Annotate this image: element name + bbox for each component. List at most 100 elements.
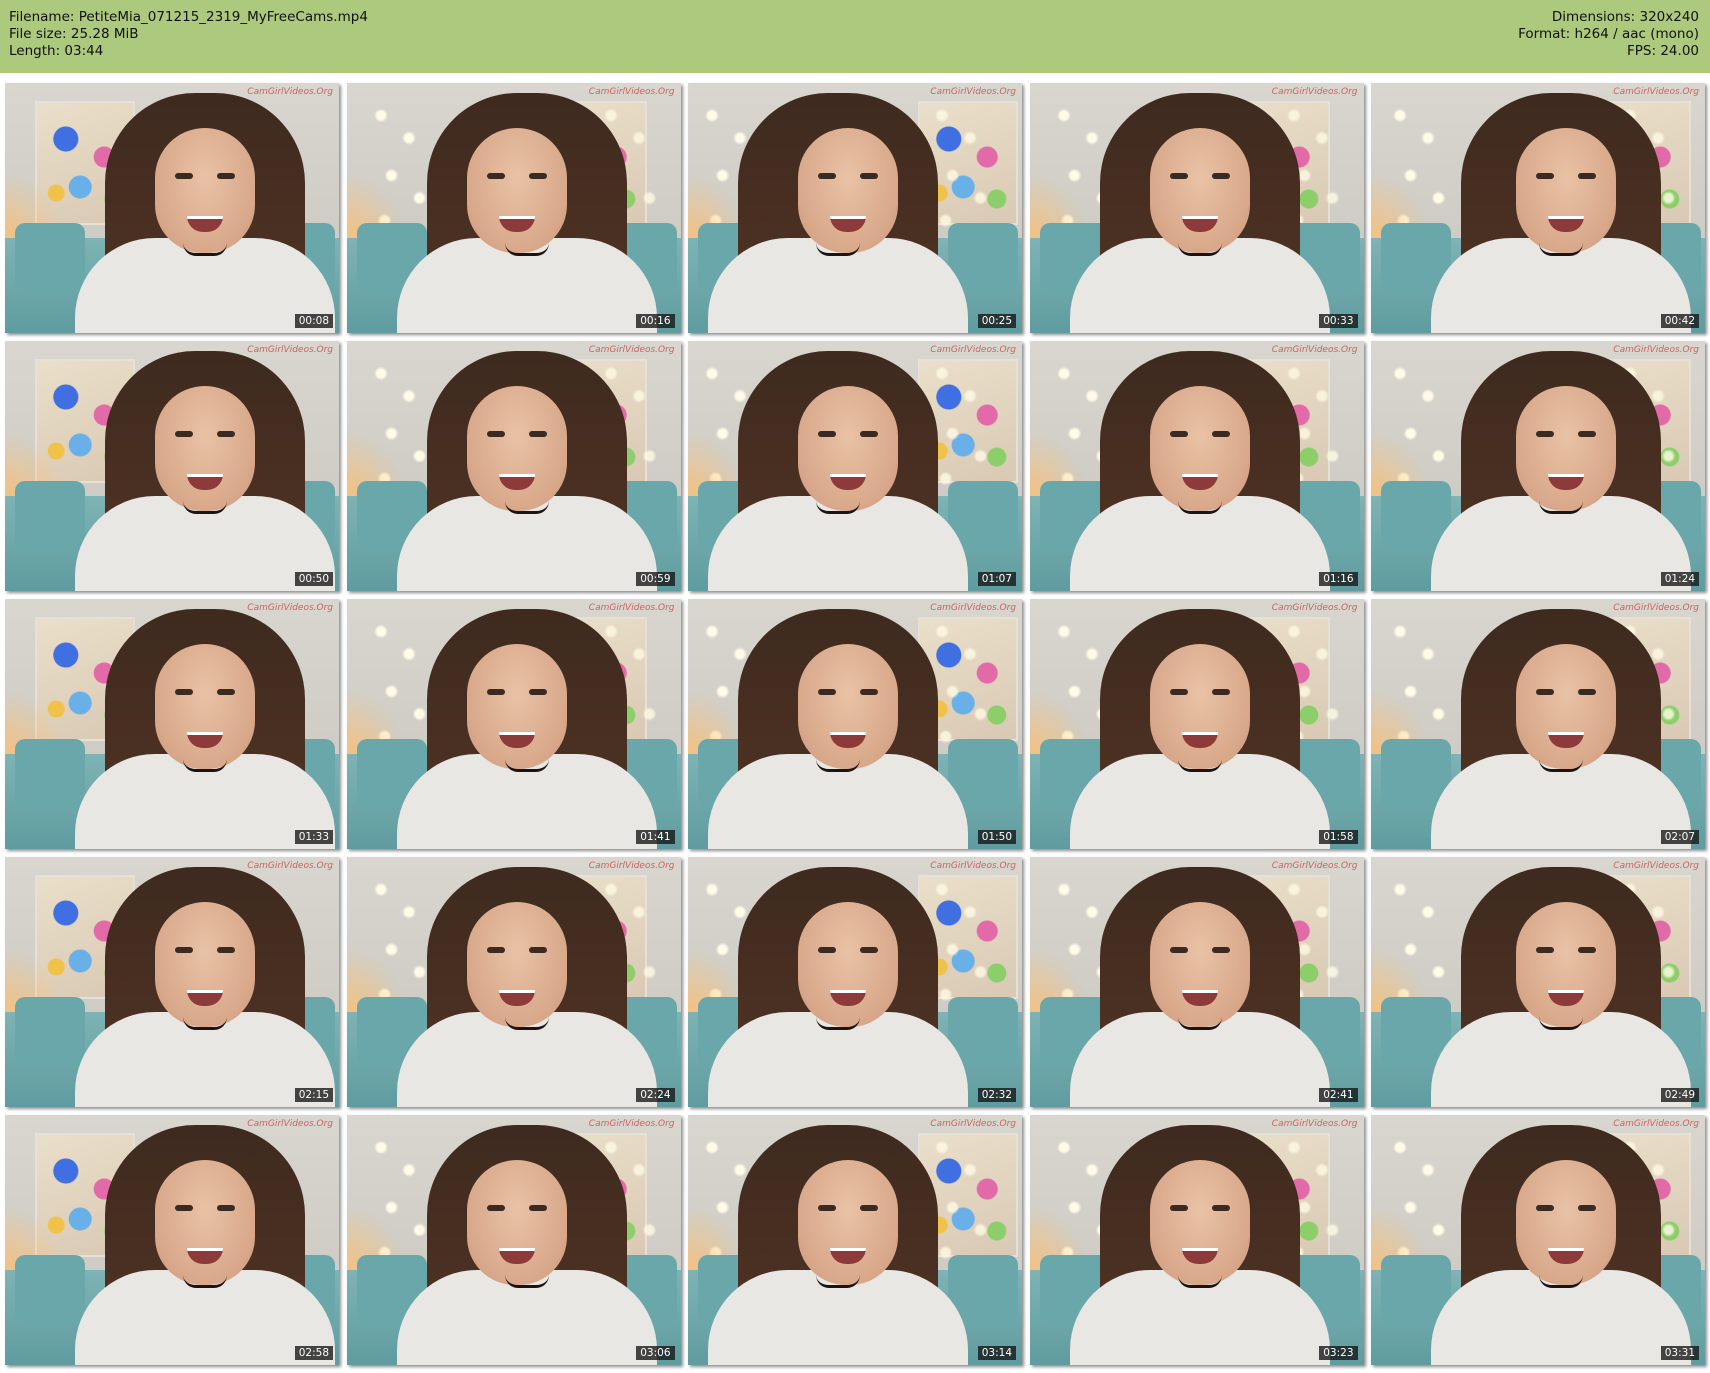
thumbnail-grid: CamGirlVideos.Org 00:08 CamGirlVideos.Org 0… xyxy=(5,83,1705,1368)
thumbnail-timestamp: 00:59 xyxy=(636,572,675,586)
thumbnail-frame-image xyxy=(1029,341,1364,591)
thumbnail-timestamp: 02:32 xyxy=(977,1088,1016,1102)
thumbnail-frame-image xyxy=(5,857,339,1107)
thumbnail-frame-image xyxy=(5,599,339,849)
thumbnail-frame-image xyxy=(1371,341,1705,591)
thumbnail-timestamp: 03:31 xyxy=(1660,1346,1699,1360)
video-thumbnail: CamGirlVideos.Org 02:32 xyxy=(688,857,1022,1107)
video-thumbnail: CamGirlVideos.Org 03:06 xyxy=(346,1115,681,1365)
watermark-text: CamGirlVideos.Org xyxy=(930,1119,1016,1129)
thumbnail-timestamp: 03:14 xyxy=(977,1346,1016,1360)
thumbnail-timestamp: 00:16 xyxy=(636,314,675,328)
video-thumbnail: CamGirlVideos.Org 01:50 xyxy=(688,599,1022,849)
thumbnail-timestamp: 00:25 xyxy=(977,314,1016,328)
watermark-text: CamGirlVideos.Org xyxy=(1271,861,1358,871)
watermark-text: CamGirlVideos.Org xyxy=(588,345,675,355)
video-thumbnail: CamGirlVideos.Org 01:07 xyxy=(688,341,1022,591)
video-thumbnail: CamGirlVideos.Org 02:58 xyxy=(5,1115,339,1365)
thumbnail-timestamp: 00:42 xyxy=(1660,314,1699,328)
video-thumbnail: CamGirlVideos.Org 00:16 xyxy=(346,83,681,333)
watermark-text: CamGirlVideos.Org xyxy=(1613,861,1699,871)
video-thumbnail: CamGirlVideos.Org 03:14 xyxy=(688,1115,1022,1365)
thumbnail-frame-image xyxy=(688,857,1022,1107)
thumbnail-frame-image xyxy=(1029,83,1364,333)
watermark-text: CamGirlVideos.Org xyxy=(588,1119,675,1129)
watermark-text: CamGirlVideos.Org xyxy=(247,603,333,613)
length-text: Length: 03:44 xyxy=(9,43,104,59)
video-thumbnail: CamGirlVideos.Org 00:42 xyxy=(1371,83,1705,333)
header-left: Filename: PetiteMia_071215_2319_MyFreeCa… xyxy=(9,9,368,60)
watermark-text: CamGirlVideos.Org xyxy=(1271,345,1358,355)
video-thumbnail: CamGirlVideos.Org 03:31 xyxy=(1371,1115,1705,1365)
video-thumbnail: CamGirlVideos.Org 01:16 xyxy=(1029,341,1364,591)
video-thumbnail: CamGirlVideos.Org 01:41 xyxy=(346,599,681,849)
watermark-text: CamGirlVideos.Org xyxy=(1271,603,1358,613)
thumbnail-frame-image xyxy=(346,83,681,333)
thumbnail-frame-image xyxy=(1029,1115,1364,1365)
thumbnail-frame-image xyxy=(346,857,681,1107)
thumbnail-timestamp: 01:41 xyxy=(636,830,675,844)
format-text: Format: h264 / aac (mono) xyxy=(1518,26,1699,42)
watermark-text: CamGirlVideos.Org xyxy=(1613,345,1699,355)
thumbnail-frame-image xyxy=(1371,857,1705,1107)
video-thumbnail: CamGirlVideos.Org 00:33 xyxy=(1029,83,1364,333)
video-thumbnail: CamGirlVideos.Org 00:25 xyxy=(688,83,1022,333)
video-thumbnail: CamGirlVideos.Org 03:23 xyxy=(1029,1115,1364,1365)
thumbnail-timestamp: 01:16 xyxy=(1319,572,1358,586)
thumbnail-frame-image xyxy=(1371,83,1705,333)
video-thumbnail: CamGirlVideos.Org 02:07 xyxy=(1371,599,1705,849)
thumbnail-timestamp: 02:24 xyxy=(636,1088,675,1102)
video-thumbnail: CamGirlVideos.Org 01:33 xyxy=(5,599,339,849)
thumbnail-frame-image xyxy=(1029,857,1364,1107)
thumbnail-frame-image xyxy=(688,599,1022,849)
watermark-text: CamGirlVideos.Org xyxy=(930,87,1016,97)
fps-text: FPS: 24.00 xyxy=(1627,43,1699,59)
watermark-text: CamGirlVideos.Org xyxy=(1271,1119,1358,1129)
thumbnail-frame-image xyxy=(5,1115,339,1365)
thumbnail-timestamp: 00:50 xyxy=(294,572,333,586)
thumbnail-frame-image xyxy=(688,341,1022,591)
thumbnail-timestamp: 00:33 xyxy=(1319,314,1358,328)
video-thumbnail: CamGirlVideos.Org 01:58 xyxy=(1029,599,1364,849)
thumbnail-timestamp: 01:50 xyxy=(977,830,1016,844)
filename-text: Filename: PetiteMia_071215_2319_MyFreeCa… xyxy=(9,9,368,25)
watermark-text: CamGirlVideos.Org xyxy=(247,861,333,871)
watermark-text: CamGirlVideos.Org xyxy=(930,603,1016,613)
thumbnail-timestamp: 01:33 xyxy=(294,830,333,844)
watermark-text: CamGirlVideos.Org xyxy=(247,1119,333,1129)
thumbnail-frame-image xyxy=(5,341,339,591)
thumbnail-timestamp: 02:49 xyxy=(1660,1088,1699,1102)
watermark-text: CamGirlVideos.Org xyxy=(1613,1119,1699,1129)
header-right: Dimensions: 320x240 Format: h264 / aac (… xyxy=(1518,9,1699,60)
video-thumbnail: CamGirlVideos.Org 00:08 xyxy=(5,83,339,333)
watermark-text: CamGirlVideos.Org xyxy=(588,603,675,613)
video-thumbnail: CamGirlVideos.Org 01:24 xyxy=(1371,341,1705,591)
watermark-text: CamGirlVideos.Org xyxy=(247,87,333,97)
thumbnail-timestamp: 02:41 xyxy=(1319,1088,1358,1102)
thumbnail-timestamp: 01:24 xyxy=(1660,572,1699,586)
thumbnail-frame-image xyxy=(688,1115,1022,1365)
thumbnail-timestamp: 02:07 xyxy=(1660,830,1699,844)
watermark-text: CamGirlVideos.Org xyxy=(247,345,333,355)
watermark-text: CamGirlVideos.Org xyxy=(1613,603,1699,613)
watermark-text: CamGirlVideos.Org xyxy=(930,345,1016,355)
video-thumbnail: CamGirlVideos.Org 02:24 xyxy=(346,857,681,1107)
video-thumbnail: CamGirlVideos.Org 00:50 xyxy=(5,341,339,591)
thumbnail-timestamp: 03:06 xyxy=(636,1346,675,1360)
thumbnail-timestamp: 02:58 xyxy=(294,1346,333,1360)
thumbnail-frame-image xyxy=(346,599,681,849)
info-header: Filename: PetiteMia_071215_2319_MyFreeCa… xyxy=(0,0,1710,73)
thumbnail-frame-image xyxy=(346,1115,681,1365)
thumbnail-frame-image xyxy=(1371,1115,1705,1365)
thumbnail-timestamp: 01:58 xyxy=(1319,830,1358,844)
thumbnail-timestamp: 03:23 xyxy=(1319,1346,1358,1360)
video-thumbnail: CamGirlVideos.Org 02:49 xyxy=(1371,857,1705,1107)
video-thumbnail: CamGirlVideos.Org 02:41 xyxy=(1029,857,1364,1107)
thumbnail-frame-image xyxy=(5,83,339,333)
watermark-text: CamGirlVideos.Org xyxy=(930,861,1016,871)
video-thumbnail: CamGirlVideos.Org 02:15 xyxy=(5,857,339,1107)
thumbnail-frame-image xyxy=(1029,599,1364,849)
dimensions-text: Dimensions: 320x240 xyxy=(1551,9,1699,25)
watermark-text: CamGirlVideos.Org xyxy=(588,861,675,871)
watermark-text: CamGirlVideos.Org xyxy=(588,87,675,97)
